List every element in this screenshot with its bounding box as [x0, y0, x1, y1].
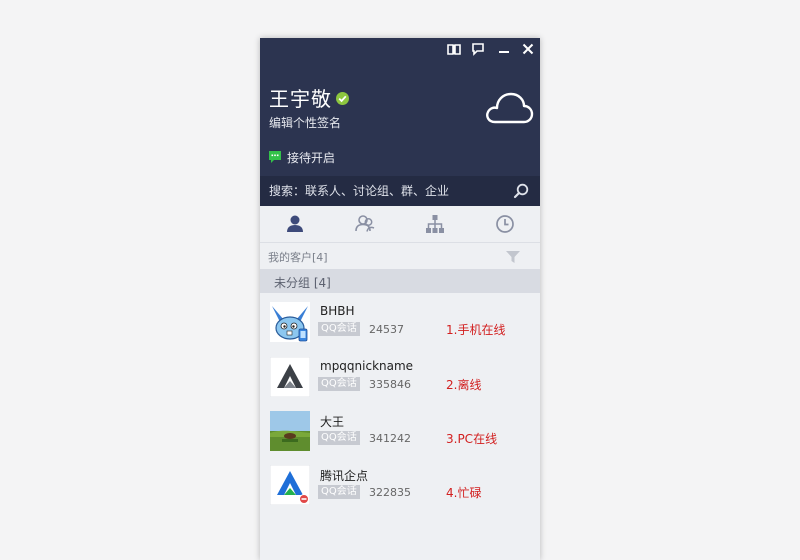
qidian-gray-logo-icon	[270, 357, 310, 397]
session-badge: QQ会话	[318, 485, 360, 499]
close-icon[interactable]	[520, 41, 536, 57]
profile-header: 王宇敬 编辑个性签名 接待开启	[260, 38, 540, 176]
list-header: 我的客户[4]	[260, 243, 540, 269]
qq-number: 335846	[369, 378, 411, 391]
tab-contacts[interactable]	[284, 213, 306, 235]
contact-item[interactable]: mpqqnickname QQ会话 335846 2.离线	[260, 353, 540, 407]
main-window: 王宇敬 编辑个性签名 接待开启 搜索：联系人、讨论组、群、企业 我的客户[4] …	[260, 38, 540, 560]
session-badge: QQ会话	[318, 431, 360, 445]
avatar	[270, 411, 310, 451]
contact-status: 2.离线	[446, 378, 482, 392]
qq-number: 322835	[369, 486, 411, 499]
search-input[interactable]	[269, 182, 499, 200]
list-title: 我的客户[4]	[268, 251, 328, 264]
search-bar	[260, 176, 540, 206]
people-icon	[355, 215, 375, 232]
session-badge: QQ会话	[318, 322, 360, 336]
reception-label: 接待开启	[287, 150, 336, 165]
reception-toggle[interactable]: 接待开启	[269, 149, 335, 165]
tab-recent[interactable]	[494, 213, 516, 235]
signature-edit[interactable]: 编辑个性签名	[269, 114, 341, 131]
group-header[interactable]: 未分组 [4]	[260, 269, 540, 293]
group-label: 未分组 [4]	[274, 276, 331, 290]
cloud-icon[interactable]	[484, 90, 534, 126]
nav-tabs	[260, 206, 540, 243]
filter-icon[interactable]	[506, 251, 520, 263]
user-name: 王宇敬	[269, 87, 332, 111]
feedback-icon[interactable]	[470, 41, 486, 57]
qidian-color-logo-icon	[270, 465, 310, 505]
clock-icon	[496, 215, 514, 233]
qq-mask	[414, 431, 436, 445]
search-icon[interactable]	[513, 183, 529, 199]
qq-number: 24537	[369, 323, 404, 336]
tab-organization[interactable]	[424, 213, 446, 235]
avatar	[270, 465, 310, 505]
person-icon	[287, 215, 303, 232]
contact-item[interactable]: 大王 QQ会话 341242 3.PC在线	[260, 407, 540, 461]
chat-bubble-icon	[269, 151, 281, 163]
rabbit-avatar-icon	[270, 302, 310, 342]
qq-mask	[414, 485, 436, 499]
book-icon[interactable]	[446, 41, 462, 57]
tab-customers[interactable]	[354, 213, 376, 235]
contact-name: mpqqnickname	[320, 359, 414, 373]
minimize-icon[interactable]	[496, 41, 512, 57]
contact-name: 腾讯企点	[320, 469, 369, 483]
contact-item[interactable]: 腾讯企点 QQ会话 322835 4.忙碌	[260, 461, 540, 515]
contact-item[interactable]: BHBH QQ会话 24537 1.手机在线	[260, 298, 540, 352]
verified-check-icon	[336, 92, 349, 105]
contact-status: 1.手机在线	[446, 323, 506, 337]
contact-name: 大王	[320, 415, 345, 429]
qq-number: 341242	[369, 432, 411, 445]
contact-status: 4.忙碌	[446, 486, 482, 500]
qq-mask	[414, 377, 436, 391]
landscape-avatar-icon	[270, 411, 310, 451]
avatar	[270, 357, 310, 397]
avatar	[270, 302, 310, 342]
contact-status: 3.PC在线	[446, 432, 498, 446]
qq-mask	[408, 322, 430, 336]
org-chart-icon	[426, 215, 444, 233]
session-badge: QQ会话	[318, 377, 360, 391]
contact-name: BHBH	[320, 304, 355, 318]
